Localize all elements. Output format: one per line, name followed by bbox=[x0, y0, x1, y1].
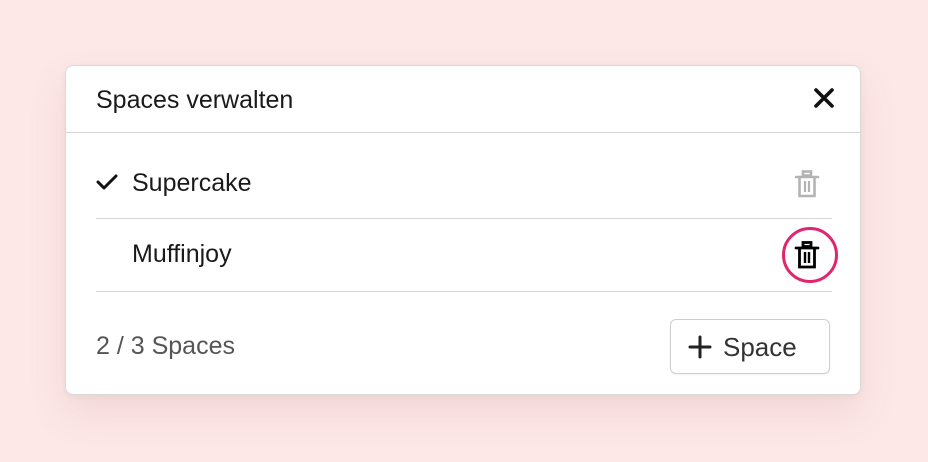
space-row-supercake[interactable]: Supercake bbox=[96, 146, 832, 219]
add-space-label: Space bbox=[723, 332, 797, 362]
checkmark-icon bbox=[96, 174, 118, 190]
dialog-header: Spaces verwalten bbox=[66, 66, 860, 133]
space-count: 2 / 3 Spaces bbox=[96, 332, 235, 360]
manage-spaces-dialog: Spaces verwalten Supercake Muffinjoy 2 /… bbox=[65, 65, 861, 395]
space-row-muffinjoy[interactable]: Muffinjoy bbox=[96, 219, 838, 292]
spaces-list: Supercake Muffinjoy bbox=[96, 146, 838, 292]
add-space-button[interactable]: Space bbox=[670, 319, 830, 374]
close-icon bbox=[814, 88, 834, 108]
trash-icon[interactable] bbox=[794, 241, 820, 269]
dialog-title: Spaces verwalten bbox=[96, 86, 294, 114]
trash-icon bbox=[794, 170, 820, 198]
plus-icon bbox=[688, 335, 712, 359]
space-name: Muffinjoy bbox=[132, 240, 232, 268]
close-button[interactable] bbox=[812, 86, 836, 110]
space-name: Supercake bbox=[132, 169, 252, 197]
